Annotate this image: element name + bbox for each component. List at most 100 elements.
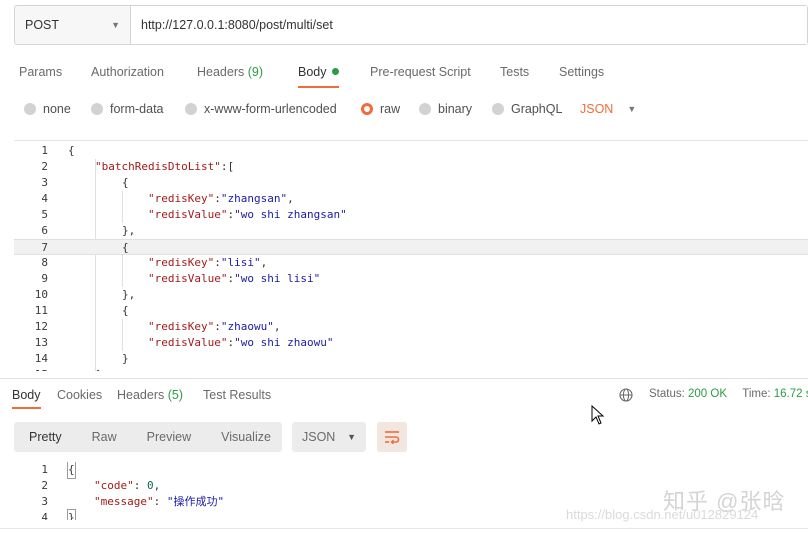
code-line: 2 "batchRedisDtoList":[: [14, 159, 808, 175]
url-input[interactable]: http://127.0.0.1:8080/post/multi/set: [131, 6, 807, 44]
bottom-border: [0, 528, 808, 529]
code-text: ,: [153, 479, 161, 492]
radio-binary[interactable]: binary: [419, 97, 472, 121]
code-text: {: [67, 462, 76, 479]
radio-label: form-data: [110, 102, 164, 116]
tab-body[interactable]: Body: [298, 58, 339, 88]
view-visualize[interactable]: Visualize: [206, 430, 286, 444]
code-text: },: [122, 288, 136, 301]
view-preview[interactable]: Preview: [132, 430, 206, 444]
radio-circle: [492, 103, 504, 115]
radio-none[interactable]: none: [24, 97, 71, 121]
json-key: "redisKey": [148, 320, 215, 333]
line-number: 7: [41, 241, 48, 254]
tab-label: Test Results: [203, 388, 272, 402]
method-select[interactable]: POST ▼: [15, 6, 131, 44]
code-text: ,: [273, 320, 281, 333]
radio-label: x-www-form-urlencoded: [204, 102, 337, 116]
code-line: 8 "redisKey":"lisi",: [14, 255, 808, 271]
line-number: 1: [41, 144, 48, 157]
code-line: 4 "redisKey":"zhangsan",: [14, 191, 808, 207]
line-number: 15: [14, 367, 48, 371]
tab-settings[interactable]: Settings: [559, 58, 604, 88]
code-line: 1{: [14, 462, 808, 479]
chevron-down-icon: ▼: [347, 432, 356, 442]
line-number: 5: [41, 208, 48, 221]
radio-label: binary: [438, 102, 473, 116]
json-key: "batchRedisDtoList": [95, 160, 221, 173]
line-number: 4: [41, 192, 48, 205]
line-number: 13: [34, 336, 48, 349]
time-value[interactable]: 16.72 s: [774, 388, 808, 400]
time-label: Time:: [742, 388, 771, 400]
json-number: 0: [147, 479, 154, 492]
mouse-cursor-icon: [591, 405, 605, 425]
json-key: "redisValue": [148, 272, 228, 285]
view-raw[interactable]: Raw: [77, 430, 132, 444]
pane-divider[interactable]: [0, 378, 808, 379]
chevron-down-icon: ▼: [111, 20, 120, 30]
tab-cookies[interactable]: Cookies: [57, 381, 102, 409]
body-indicator-dot: [331, 68, 339, 75]
tab-response-headers[interactable]: Headers (5): [117, 381, 183, 409]
radio-label: none: [43, 102, 71, 116]
json-key: "redisValue": [148, 336, 228, 349]
radio-circle: [185, 103, 197, 115]
radio-label: raw: [380, 102, 401, 116]
code-text: ,: [287, 192, 294, 205]
radio-graphql[interactable]: GraphQL: [492, 97, 562, 121]
tab-response-body[interactable]: Body: [12, 381, 41, 409]
status-value[interactable]: 200 OK: [688, 388, 727, 400]
line-number: 2: [41, 479, 48, 492]
radio-circle-selected: [361, 103, 373, 115]
json-key: "redisValue": [148, 208, 228, 221]
code-text: :[: [220, 160, 235, 173]
tab-label: Headers: [117, 388, 168, 402]
line-number: 3: [41, 495, 48, 508]
format-label: JSON: [580, 102, 614, 116]
view-pretty[interactable]: Pretty: [14, 430, 77, 444]
code-line: 9 "redisValue":"wo shi lisi": [14, 271, 808, 287]
globe-icon[interactable]: [619, 388, 633, 402]
tab-authorization[interactable]: Authorization: [91, 58, 164, 88]
radio-form-data[interactable]: form-data: [91, 97, 164, 121]
wrap-lines-button[interactable]: [377, 422, 407, 452]
status-label: Status:: [649, 388, 685, 400]
radio-raw[interactable]: raw: [361, 97, 400, 121]
json-key: "code": [94, 479, 134, 492]
tab-pre-request-script[interactable]: Pre-request Script: [370, 58, 471, 88]
tab-label: Headers: [197, 65, 248, 79]
tab-label: Tests: [500, 65, 530, 79]
tab-test-results[interactable]: Test Results: [203, 381, 271, 409]
code-text: }: [122, 352, 129, 365]
radio-x-www-form-urlencoded[interactable]: x-www-form-urlencoded: [185, 97, 337, 121]
tab-params[interactable]: Params: [19, 58, 62, 88]
tab-label: Pre-request Script: [370, 65, 471, 79]
code-text: {: [68, 144, 75, 157]
response-format-select[interactable]: JSON ▼: [292, 422, 366, 452]
code-line: 11 {: [14, 303, 808, 319]
code-line: 5 "redisValue":"wo shi zhangsan": [14, 207, 808, 223]
response-status: Status: 200 OK Time: 16.72 s: [649, 388, 808, 400]
request-url-bar: POST ▼ http://127.0.0.1:8080/post/multi/…: [14, 5, 808, 45]
tab-tests[interactable]: Tests: [500, 58, 529, 88]
wrap-lines-icon: [385, 431, 400, 444]
radio-label: GraphQL: [511, 102, 563, 116]
line-number: 11: [34, 304, 48, 317]
code-line: 14}: [14, 351, 808, 367]
line-number: 14: [34, 352, 48, 365]
tab-label: Body: [12, 388, 41, 402]
code-text: {: [122, 241, 129, 254]
code-text: :: [214, 192, 221, 205]
line-number: 4: [41, 511, 48, 520]
json-string: "zhaowu": [220, 320, 274, 333]
request-body-editor[interactable]: 1{ 2 "batchRedisDtoList":[ 3{ 4 "redisKey"…: [14, 140, 808, 371]
code-line-active: 7{: [14, 239, 808, 255]
response-view-modes: Pretty Raw Preview Visualize: [14, 422, 282, 452]
code-line: 15]: [14, 367, 808, 371]
code-text: :: [133, 479, 147, 492]
json-string: "zhangsan": [220, 192, 288, 205]
code-line: 6},: [14, 223, 808, 239]
tab-headers[interactable]: Headers (9): [197, 58, 263, 88]
format-select[interactable]: JSON ▼: [580, 97, 636, 121]
